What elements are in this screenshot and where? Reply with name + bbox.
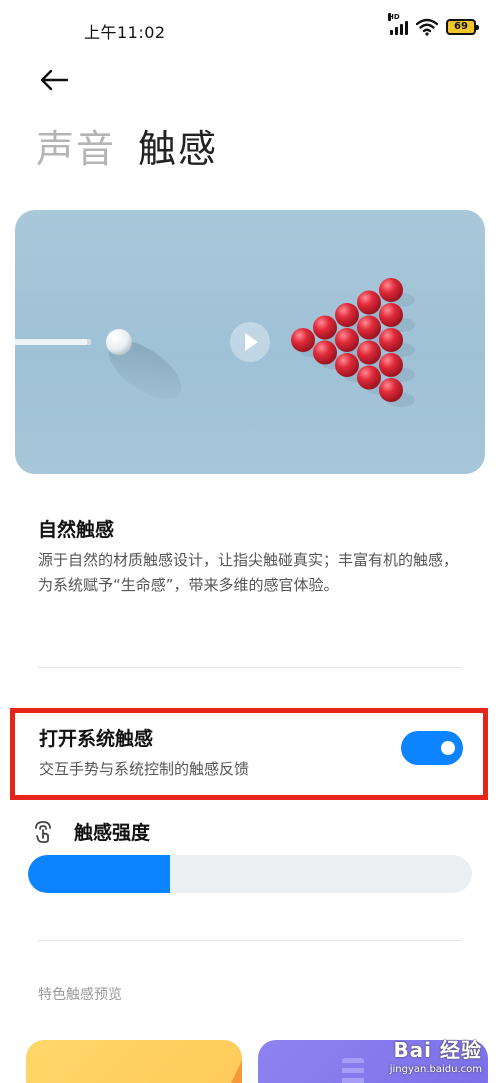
divider <box>38 940 462 941</box>
red-ball <box>291 328 315 352</box>
red-ball <box>357 340 381 365</box>
card-decoration <box>228 1060 242 1083</box>
cue-ball <box>106 329 182 400</box>
red-ball <box>335 303 359 327</box>
status-icons: HD 69 <box>388 13 479 36</box>
watermark: Bai 经验 jingyan.baidu.com <box>390 1034 482 1075</box>
strength-slider[interactable] <box>28 855 472 893</box>
title-tabs: 声音 触感 <box>36 118 218 173</box>
tab-sound[interactable]: 声音 <box>36 118 116 173</box>
status-time: 上午11:02 <box>84 23 166 42</box>
red-ball <box>313 315 337 340</box>
cue-stick <box>15 339 91 345</box>
red-ball <box>335 328 359 352</box>
signal-icon: HD <box>388 13 408 35</box>
system-haptics-subtitle: 交互手势与系统控制的触感反馈 <box>39 760 250 778</box>
red-ball-rack <box>291 278 415 407</box>
natural-haptics-title: 自然触感 <box>38 519 115 541</box>
system-haptics-title: 打开系统触感 <box>39 728 154 750</box>
wifi-icon <box>416 18 438 36</box>
red-ball <box>357 315 381 340</box>
hero-video[interactable] <box>15 210 485 474</box>
battery-icon: 69 <box>446 19 479 35</box>
system-haptics-row[interactable]: 打开系统触感 交互手势与系统控制的触感反馈 <box>10 708 488 800</box>
red-ball <box>357 290 381 315</box>
arrow-left-icon <box>40 69 69 91</box>
strength-label: 触感强度 <box>74 822 151 844</box>
watermark-sub: jingyan.baidu.com <box>389 1064 482 1075</box>
status-bar: 上午11:02 HD 69 <box>0 0 500 56</box>
red-ball <box>379 303 403 327</box>
divider <box>38 667 462 668</box>
red-ball <box>379 378 403 402</box>
red-ball <box>379 328 403 352</box>
tab-haptics[interactable]: 触感 <box>138 118 218 173</box>
red-ball <box>313 340 337 365</box>
card-decoration <box>342 1058 364 1083</box>
red-ball <box>379 353 403 377</box>
natural-haptics-section: 自然触感 源于自然的材质触感设计，让指尖触碰真实；丰富有机的触感，为系统赋予“生… <box>38 515 462 598</box>
hd-badge: HD <box>388 13 400 21</box>
red-ball <box>335 353 359 377</box>
watermark-main: Bai 经验 <box>393 1038 482 1062</box>
preview-card-1[interactable] <box>26 1040 242 1083</box>
battery-level: 69 <box>454 21 468 32</box>
switch-knob <box>441 741 455 755</box>
back-button[interactable] <box>34 62 74 98</box>
natural-haptics-desc: 源于自然的材质触感设计，让指尖触碰真实；丰富有机的触感，为系统赋予“生命感”，带… <box>38 551 459 594</box>
red-ball <box>379 278 403 302</box>
system-haptics-switch[interactable] <box>401 731 463 765</box>
red-ball <box>357 365 381 390</box>
touch-icon <box>35 820 51 843</box>
play-icon[interactable] <box>230 322 270 362</box>
strength-header: 触感强度 <box>32 818 150 845</box>
preview-title: 特色触感预览 <box>38 987 122 1003</box>
strength-slider-fill <box>28 855 171 893</box>
